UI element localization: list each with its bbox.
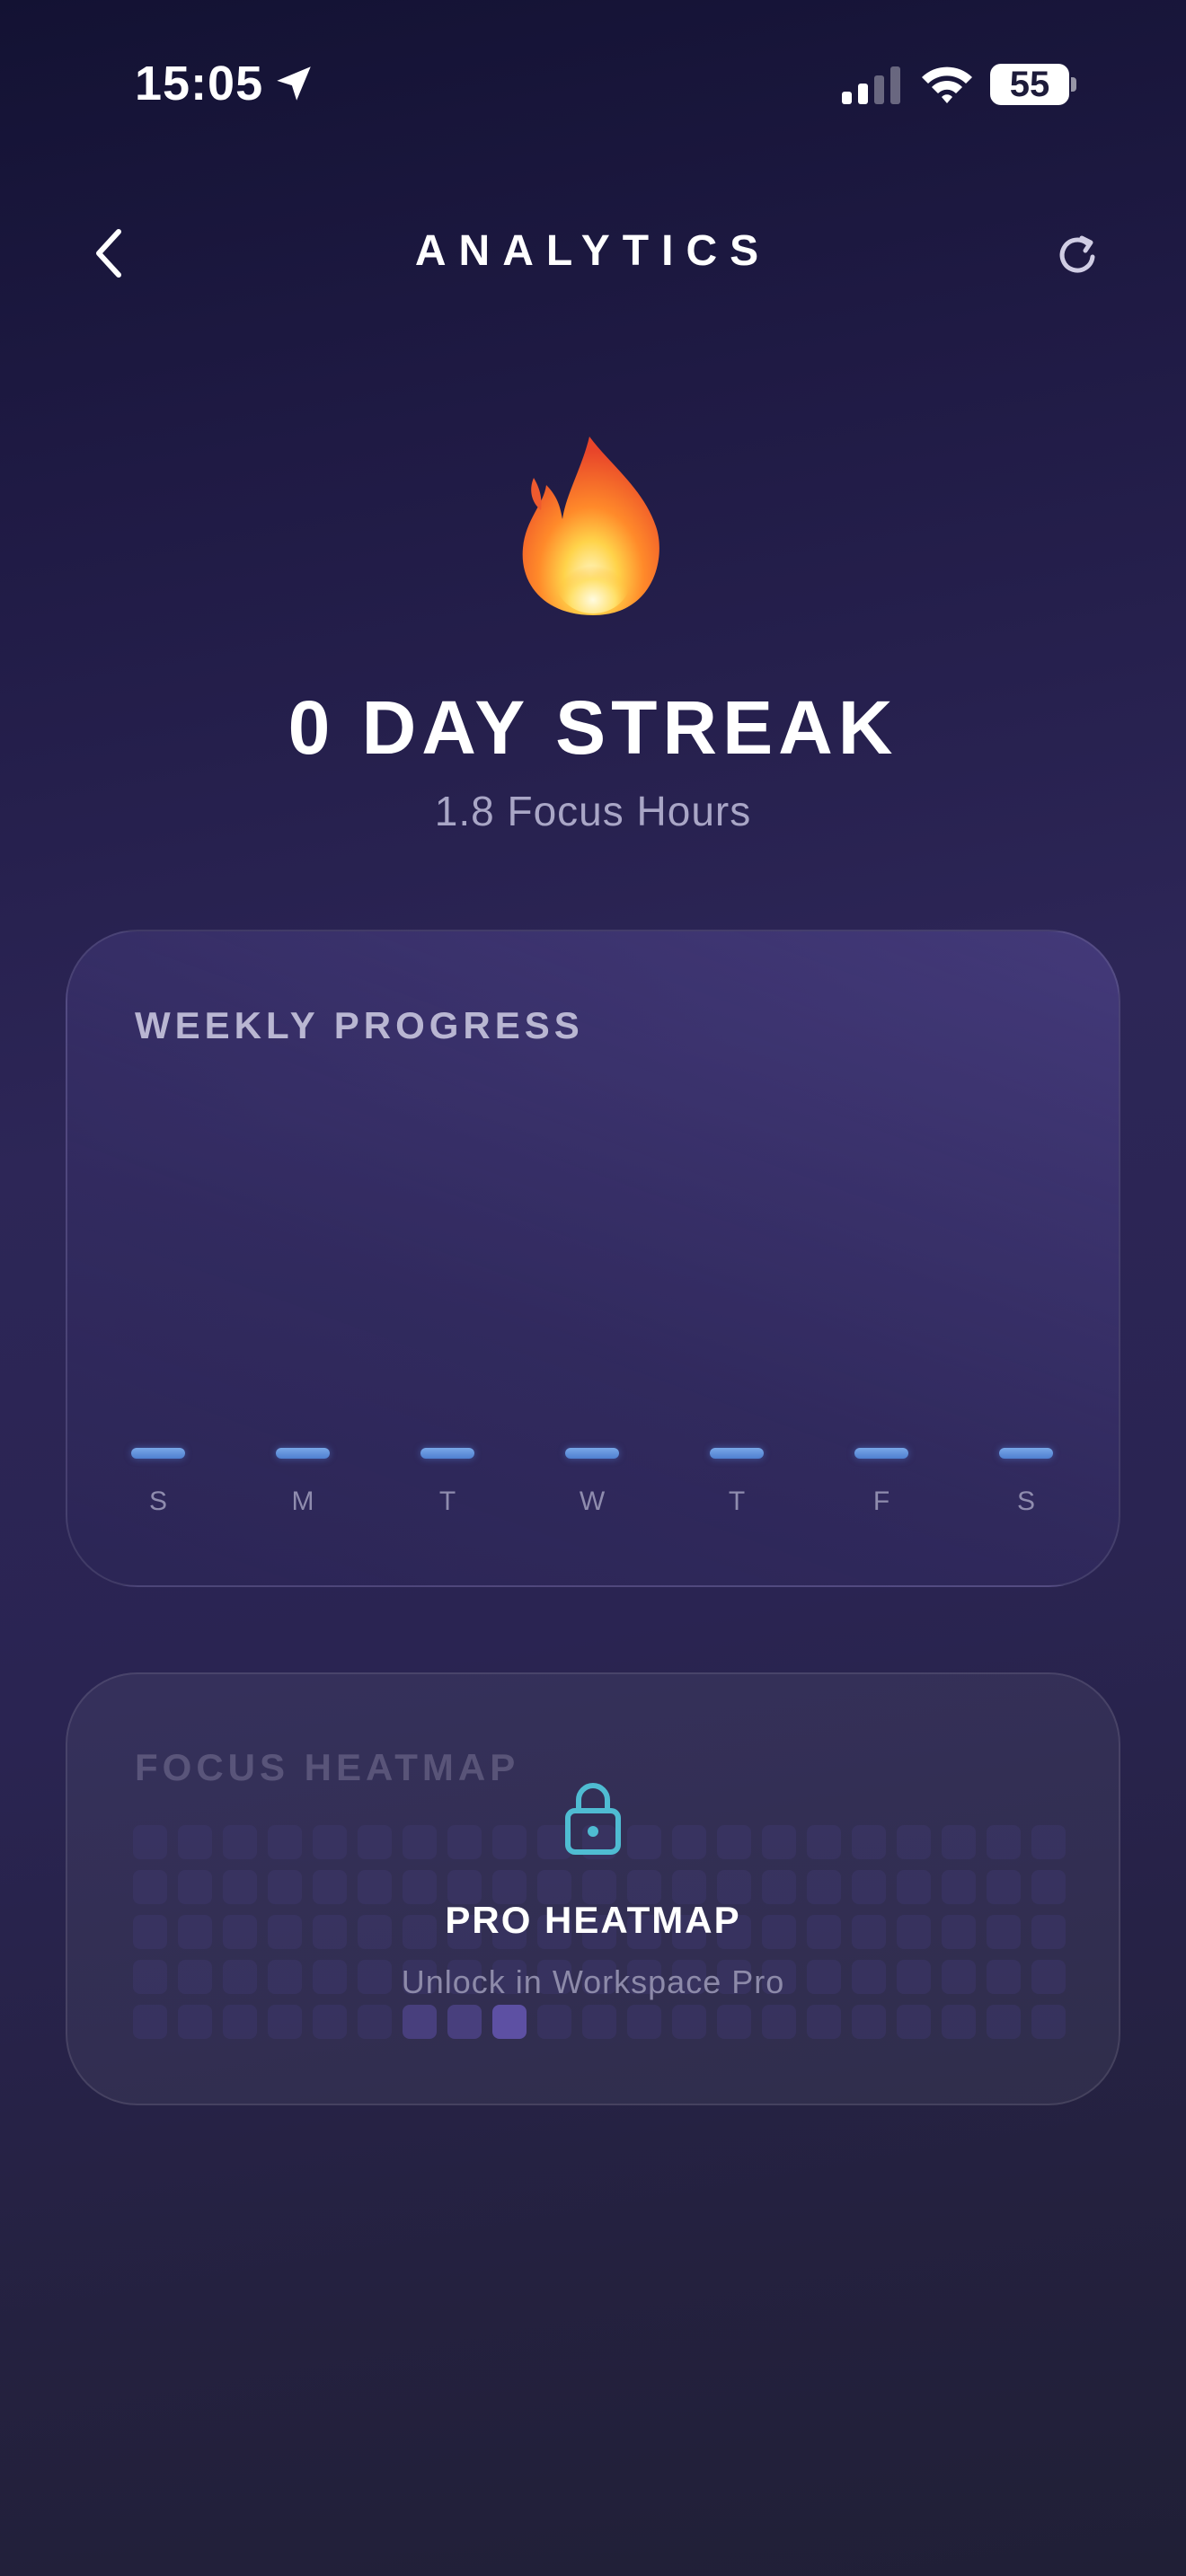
heatmap-cell [223, 1825, 257, 1859]
weekly-bar [854, 1448, 908, 1459]
heatmap-cell [358, 1825, 392, 1859]
weekly-day-label: S [148, 1486, 167, 1516]
heatmap-cell [897, 1825, 931, 1859]
heatmap-cell [403, 2005, 437, 2039]
heatmap-cell [1031, 1825, 1066, 1859]
weekly-day-label: M [291, 1486, 314, 1516]
focus-hours: 1.8 Focus Hours [434, 788, 752, 834]
heatmap-cell [852, 2005, 886, 2039]
location-arrow-icon [277, 66, 311, 101]
wifi-icon [922, 66, 972, 103]
heatmap-cell [492, 2005, 527, 2039]
flame-icon [522, 437, 659, 615]
heatmap-cell [268, 1825, 302, 1859]
weekly-day-label: T [728, 1486, 746, 1516]
heatmap-cell [178, 2005, 212, 2039]
weekly-day-label: T [438, 1486, 456, 1516]
heatmap-cell [852, 1825, 886, 1859]
heatmap-cell [807, 1825, 841, 1859]
weekly-bar [420, 1448, 474, 1459]
pro-heatmap-subtitle: Unlock in Workspace Pro [401, 1963, 785, 2000]
heatmap-cell [492, 1825, 527, 1859]
heatmap-cell [313, 2005, 347, 2039]
heatmap-cell [672, 2005, 706, 2039]
heatmap-cell [268, 2005, 302, 2039]
heatmap-cell [447, 1825, 482, 1859]
heatmap-cell [942, 2005, 976, 2039]
battery-tip [1071, 77, 1076, 92]
refresh-icon[interactable] [1053, 230, 1103, 280]
heatmap-cell [987, 2005, 1021, 2039]
focus-heatmap-title: FOCUS HEATMAP [135, 1746, 520, 1788]
weekly-day-label: W [579, 1486, 606, 1516]
heatmap-cell [987, 1825, 1021, 1859]
heatmap-cell [897, 2005, 931, 2039]
heatmap-cell [223, 2005, 257, 2039]
heatmap-cell [133, 2005, 167, 2039]
heatmap-cell [313, 1825, 347, 1859]
battery-icon: 55 [990, 64, 1069, 105]
cellular-signal-icon [842, 66, 900, 104]
heatmap-cell [403, 1825, 437, 1859]
weekly-bar [710, 1448, 764, 1459]
streak-title: 0 DAY STREAK [288, 685, 898, 770]
page-title: ANALYTICS [414, 227, 772, 275]
weekly-bar [565, 1448, 619, 1459]
heatmap-cell [672, 1825, 706, 1859]
heatmap-cell [582, 2005, 616, 2039]
heatmap-cell [358, 2005, 392, 2039]
heatmap-cell [178, 1825, 212, 1859]
pro-heatmap-title: PRO HEATMAP [445, 1899, 741, 1941]
weekly-day-label: F [872, 1486, 890, 1516]
heatmap-cell [133, 1825, 167, 1859]
heatmap-cell [537, 2005, 571, 2039]
weekly-progress-title: WEEKLY PROGRESS [135, 1004, 584, 1046]
weekly-bar [276, 1448, 330, 1459]
heatmap-cell [717, 1825, 751, 1859]
heatmap-cell [447, 2005, 482, 2039]
weekly-bar [131, 1448, 185, 1459]
heatmap-cell [627, 1825, 661, 1859]
heatmap-cell [762, 1825, 796, 1859]
status-time: 15:05 [135, 57, 264, 110]
heatmap-cell [807, 2005, 841, 2039]
heatmap-cell [1031, 2005, 1066, 2039]
weekly-bar [999, 1448, 1053, 1459]
heatmap-cell [627, 2005, 661, 2039]
heatmap-cell [717, 2005, 751, 2039]
heatmap-cell [942, 1825, 976, 1859]
weekly-day-label: S [1016, 1486, 1035, 1516]
lock-icon [565, 1783, 621, 1855]
heatmap-cell [762, 2005, 796, 2039]
